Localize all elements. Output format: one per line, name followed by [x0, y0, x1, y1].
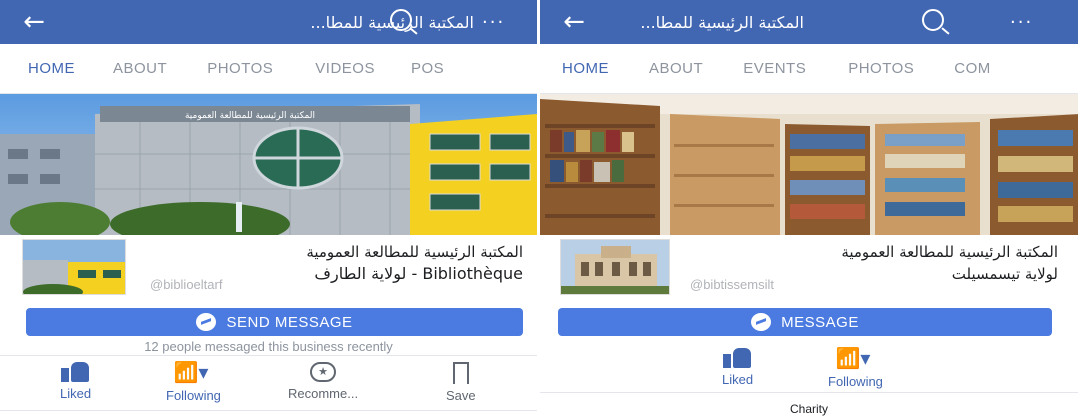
cover-photo[interactable]	[540, 94, 1078, 235]
following-feed-icon: 📶▾	[835, 348, 871, 370]
svg-text:المكتبة الرئيسية للمطالعة العم: المكتبة الرئيسية للمطالعة العمومية	[185, 111, 315, 121]
page-title: المكتبة الرئيسية للمطا...	[310, 12, 474, 32]
tab-about[interactable]: ABOUT	[649, 60, 703, 77]
like-thumb-icon	[722, 348, 753, 368]
category-label: Charity	[789, 402, 828, 416]
send-message-button[interactable]: SEND MESSAGE	[26, 308, 523, 336]
tab-posts[interactable]: POS	[411, 60, 444, 77]
page-name-line2: Bibliothèque - لولاية الطارف	[314, 264, 523, 283]
tab-bar: HOME ABOUT PHOTOS VIDEOS POS	[0, 44, 537, 94]
tab-community[interactable]: COM	[954, 60, 991, 77]
send-message-label: SEND MESSAGE	[226, 313, 353, 331]
tab-photos[interactable]: PHOTOS	[848, 60, 914, 77]
liked-button[interactable]: Liked	[60, 362, 91, 401]
recommend-button[interactable]: ★ Recomme...	[288, 362, 358, 401]
page-panel-eltarf: ← المكتبة الرئيسية للمطا... ··· HOME ABO…	[0, 0, 537, 419]
page-panel-tissemsilt: ← المكتبة الرئيسية للمطا... ··· HOME ABO…	[537, 0, 1078, 419]
message-button[interactable]: MESSAGE	[558, 308, 1052, 336]
messenger-icon	[196, 313, 217, 331]
search-icon[interactable]	[922, 9, 944, 31]
following-button[interactable]: 📶▾ Following	[828, 348, 883, 389]
divider	[0, 410, 537, 411]
more-dots-icon[interactable]: ···	[1010, 12, 1033, 33]
search-icon[interactable]	[390, 9, 412, 31]
bookmark-icon	[452, 362, 469, 384]
divider	[0, 355, 537, 356]
more-dots-icon[interactable]: ···	[482, 12, 505, 33]
recommend-star-icon: ★	[310, 362, 337, 382]
tab-bar: HOME ABOUT EVENTS PHOTOS COM	[540, 44, 1078, 94]
tab-photos[interactable]: PHOTOS	[207, 60, 273, 77]
back-arrow-icon[interactable]: ←	[14, 0, 54, 44]
page-name-line1: المكتبة الرئيسية للمطالعة العمومية	[841, 243, 1058, 261]
page-handle: @biblioeltarf	[150, 277, 223, 292]
back-arrow-icon[interactable]: ←	[554, 0, 594, 44]
tab-videos[interactable]: VIDEOS	[315, 60, 375, 77]
top-bar: ← المكتبة الرئيسية للمطا... ···	[540, 0, 1078, 44]
avatar[interactable]	[22, 239, 126, 295]
page-name: المكتبة الرئيسية للمطالعة العمومية Bibli…	[306, 241, 523, 285]
messenger-icon	[751, 313, 772, 331]
response-note: 12 people messaged this business recentl…	[144, 339, 393, 354]
tab-events[interactable]: EVENTS	[743, 60, 806, 77]
divider	[540, 392, 1078, 393]
page-name-line1: المكتبة الرئيسية للمطالعة العمومية	[306, 243, 523, 261]
page-title: المكتبة الرئيسية للمطا...	[640, 12, 804, 32]
page-handle: @bibtissemsilt	[690, 277, 774, 292]
tab-home[interactable]: HOME	[28, 60, 75, 77]
liked-button[interactable]: Liked	[722, 348, 753, 387]
page-name: المكتبة الرئيسية للمطالعة العمومية لولاي…	[841, 241, 1058, 285]
following-button[interactable]: 📶▾ Following	[166, 362, 221, 403]
tab-home[interactable]: HOME	[562, 60, 609, 77]
page-info: المكتبة الرئيسية للمطالعة العمومية لولاي…	[540, 235, 1078, 303]
tab-about[interactable]: ABOUT	[113, 60, 167, 77]
following-feed-icon: 📶▾	[173, 362, 209, 384]
page-name-line2: لولاية تيسمسيلت	[951, 265, 1058, 283]
cover-photo[interactable]: المكتبة الرئيسية للمطالعة العمومية	[0, 94, 537, 235]
like-thumb-icon	[60, 362, 91, 382]
top-bar: ← المكتبة الرئيسية للمطا... ···	[0, 0, 537, 44]
save-button[interactable]: Save	[446, 362, 476, 403]
avatar[interactable]	[560, 239, 670, 295]
page-info: المكتبة الرئيسية للمطالعة العمومية Bibli…	[0, 235, 537, 303]
message-label: MESSAGE	[781, 313, 859, 331]
